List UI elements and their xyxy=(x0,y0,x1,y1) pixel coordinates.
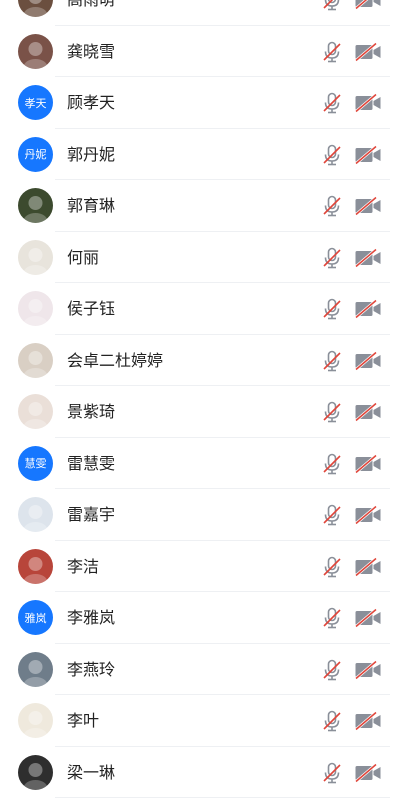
avatar xyxy=(18,188,53,223)
participant-row[interactable]: 李叶 xyxy=(0,695,408,747)
avatar: 丹妮 xyxy=(18,137,53,172)
participant-name: 郭育琳 xyxy=(67,180,115,232)
mic-muted-icon[interactable] xyxy=(322,247,342,269)
camera-off-icon[interactable] xyxy=(354,0,382,10)
participant-name: 会卓二杜婷婷 xyxy=(67,335,163,387)
camera-off-icon[interactable] xyxy=(354,248,382,268)
mic-muted-icon[interactable] xyxy=(322,144,342,166)
participant-name: 何丽 xyxy=(67,232,99,284)
mic-muted-icon[interactable] xyxy=(322,0,342,11)
avatar: 孝天 xyxy=(18,85,53,120)
camera-off-icon[interactable] xyxy=(354,763,382,783)
avatar xyxy=(18,703,53,738)
camera-off-icon[interactable] xyxy=(354,42,382,62)
participant-row[interactable]: 雷嘉宇 xyxy=(0,489,408,541)
camera-off-icon[interactable] xyxy=(354,454,382,474)
camera-off-icon[interactable] xyxy=(354,93,382,113)
mic-muted-icon[interactable] xyxy=(322,659,342,681)
participant-row[interactable]: 郭育琳 xyxy=(0,180,408,232)
camera-off-icon[interactable] xyxy=(354,711,382,731)
avatar xyxy=(18,0,53,17)
participant-name: 景紫琦 xyxy=(67,386,115,438)
camera-off-icon[interactable] xyxy=(354,660,382,680)
participant-row[interactable]: 景紫琦 xyxy=(0,386,408,438)
participant-row[interactable]: 会卓二杜婷婷 xyxy=(0,335,408,387)
participant-name: 顾孝天 xyxy=(67,77,115,129)
camera-off-icon[interactable] xyxy=(354,557,382,577)
participant-row[interactable]: 丹妮郭丹妮 xyxy=(0,129,408,181)
participant-row[interactable]: 李燕玲 xyxy=(0,644,408,696)
camera-off-icon[interactable] xyxy=(354,402,382,422)
participant-name: 李叶 xyxy=(67,695,99,747)
mic-muted-icon[interactable] xyxy=(322,298,342,320)
avatar xyxy=(18,240,53,275)
participant-name: 侯子钰 xyxy=(67,283,115,335)
avatar xyxy=(18,394,53,429)
mic-muted-icon[interactable] xyxy=(322,607,342,629)
participant-row[interactable]: 孝天顾孝天 xyxy=(0,77,408,129)
mic-muted-icon[interactable] xyxy=(322,710,342,732)
participant-name: 龚晓雪 xyxy=(67,26,115,78)
participant-row[interactable]: 慧雯雷慧雯 xyxy=(0,438,408,490)
camera-off-icon[interactable] xyxy=(354,608,382,628)
participant-row[interactable]: 侯子钰 xyxy=(0,283,408,335)
avatar xyxy=(18,549,53,584)
avatar xyxy=(18,755,53,790)
participant-name: 李洁 xyxy=(67,541,99,593)
avatar xyxy=(18,497,53,532)
avatar xyxy=(18,34,53,69)
participant-name: 郭丹妮 xyxy=(67,129,115,181)
avatar xyxy=(18,343,53,378)
participant-name: 梁一琳 xyxy=(67,747,115,798)
participant-name: 李雅岚 xyxy=(67,592,115,644)
avatar: 雅岚 xyxy=(18,600,53,635)
mic-muted-icon[interactable] xyxy=(322,195,342,217)
avatar xyxy=(18,291,53,326)
camera-off-icon[interactable] xyxy=(354,351,382,371)
participant-name: 李燕玲 xyxy=(67,644,115,696)
mic-muted-icon[interactable] xyxy=(322,41,342,63)
mic-muted-icon[interactable] xyxy=(322,350,342,372)
mic-muted-icon[interactable] xyxy=(322,556,342,578)
participant-row[interactable]: 雅岚李雅岚 xyxy=(0,592,408,644)
camera-off-icon[interactable] xyxy=(354,299,382,319)
participant-row[interactable]: 李洁 xyxy=(0,541,408,593)
avatar xyxy=(18,652,53,687)
participant-name: 雷嘉宇 xyxy=(67,489,115,541)
camera-off-icon[interactable] xyxy=(354,196,382,216)
participant-row[interactable]: 高雨萌 xyxy=(0,0,408,26)
avatar: 慧雯 xyxy=(18,446,53,481)
participant-list: 高雨萌龚晓雪孝天顾孝天丹妮郭丹妮郭育琳何丽侯子钰会卓二杜婷婷景紫琦慧雯雷慧雯雷嘉… xyxy=(0,0,408,798)
mic-muted-icon[interactable] xyxy=(322,92,342,114)
mic-muted-icon[interactable] xyxy=(322,453,342,475)
camera-off-icon[interactable] xyxy=(354,145,382,165)
participant-row[interactable]: 何丽 xyxy=(0,232,408,284)
mic-muted-icon[interactable] xyxy=(322,401,342,423)
participant-row[interactable]: 梁一琳 xyxy=(0,747,408,798)
camera-off-icon[interactable] xyxy=(354,505,382,525)
participant-name: 高雨萌 xyxy=(67,0,115,26)
participant-row[interactable]: 龚晓雪 xyxy=(0,26,408,78)
participant-name: 雷慧雯 xyxy=(67,438,115,490)
mic-muted-icon[interactable] xyxy=(322,762,342,784)
mic-muted-icon[interactable] xyxy=(322,504,342,526)
